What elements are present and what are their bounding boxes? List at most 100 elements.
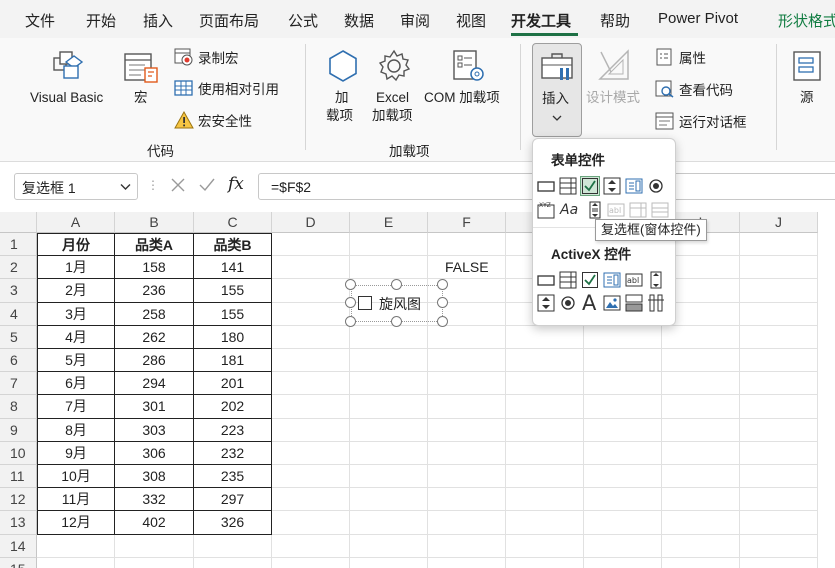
tab-help[interactable]: 帮助	[600, 10, 630, 31]
cell[interactable]	[584, 418, 662, 442]
activex-option-button-icon[interactable]	[559, 294, 577, 312]
table-cell[interactable]: 301	[115, 395, 194, 419]
cell[interactable]	[584, 349, 662, 373]
cell[interactable]	[428, 534, 506, 558]
table-cell[interactable]: 3月	[37, 302, 115, 326]
cell[interactable]	[350, 372, 428, 396]
addins-label-1[interactable]: 加	[335, 89, 349, 107]
row-header[interactable]: 10	[0, 441, 37, 465]
cell[interactable]	[115, 534, 194, 558]
cell[interactable]	[350, 395, 428, 419]
checkbox-control-icon[interactable]	[580, 176, 600, 196]
cell[interactable]	[428, 557, 506, 568]
table-cell[interactable]: 236	[115, 279, 194, 303]
table-cell[interactable]: 294	[115, 372, 194, 396]
table-cell[interactable]: 10月	[37, 465, 115, 489]
group-box-icon[interactable]: XYZ	[537, 201, 555, 219]
table-cell[interactable]: 181	[194, 349, 272, 373]
cell[interactable]	[350, 557, 428, 568]
run-dialog-button[interactable]: 运行对话框	[655, 111, 747, 131]
table-cell[interactable]: 262	[115, 325, 194, 349]
chevron-down-icon[interactable]	[120, 183, 131, 191]
cell[interactable]	[740, 372, 818, 396]
cell[interactable]	[584, 534, 662, 558]
xml-source-button[interactable]: 源	[800, 89, 814, 107]
activex-image-icon[interactable]	[603, 294, 621, 312]
excel-addins-label-1[interactable]: Excel	[376, 89, 409, 107]
cell[interactable]	[740, 488, 818, 512]
cell[interactable]	[428, 349, 506, 373]
cell[interactable]	[584, 488, 662, 512]
cell[interactable]	[662, 465, 740, 489]
table-cell[interactable]: 155	[194, 279, 272, 303]
cell[interactable]	[350, 441, 428, 465]
insert-controls-button[interactable]: 插入	[532, 43, 582, 137]
row-header[interactable]: 13	[0, 511, 37, 535]
tab-formulas[interactable]: 公式	[288, 10, 318, 31]
cell[interactable]	[428, 418, 506, 442]
table-cell[interactable]: 180	[194, 325, 272, 349]
insert-function-icon[interactable]: fx	[228, 174, 244, 194]
cell[interactable]	[506, 557, 584, 568]
activex-scroll-bar-icon[interactable]	[647, 271, 665, 289]
tab-file[interactable]: 文件	[25, 10, 55, 31]
column-header-a[interactable]: A	[37, 212, 115, 233]
tab-developer[interactable]: 开发工具	[511, 10, 571, 31]
cell[interactable]	[584, 372, 662, 396]
cell[interactable]	[115, 557, 194, 568]
cell[interactable]	[584, 557, 662, 568]
cell[interactable]	[350, 325, 428, 349]
checkbox-box[interactable]	[358, 296, 372, 310]
cell[interactable]	[506, 372, 584, 396]
cell[interactable]	[662, 349, 740, 373]
table-cell[interactable]: 141	[194, 256, 272, 280]
resize-handle[interactable]	[437, 297, 448, 308]
cell[interactable]	[272, 349, 350, 373]
cell[interactable]	[506, 349, 584, 373]
cell[interactable]	[584, 465, 662, 489]
resize-handle[interactable]	[437, 316, 448, 327]
tab-shape-format[interactable]: 形状格式	[778, 10, 835, 31]
list-box-icon[interactable]	[625, 177, 643, 195]
table-cell[interactable]: 9月	[37, 441, 115, 465]
cell[interactable]	[428, 233, 506, 257]
combo-box-icon[interactable]	[559, 177, 577, 195]
tab-home[interactable]: 开始	[86, 10, 116, 31]
select-all-corner[interactable]	[0, 212, 37, 233]
cell[interactable]	[272, 465, 350, 489]
excel-addins-label-2[interactable]: 加载项	[372, 107, 413, 125]
table-cell[interactable]: 332	[115, 488, 194, 512]
activex-command-button-icon[interactable]	[537, 271, 555, 289]
record-macro-button[interactable]: 录制宏	[174, 47, 239, 67]
activex-more-controls-icon[interactable]	[647, 294, 665, 312]
cell[interactable]	[740, 441, 818, 465]
cell[interactable]	[428, 511, 506, 535]
tab-view[interactable]: 视图	[456, 10, 486, 31]
row-header[interactable]: 11	[0, 465, 37, 489]
cell[interactable]	[506, 511, 584, 535]
cell[interactable]	[428, 372, 506, 396]
activex-list-box-icon[interactable]	[603, 271, 621, 289]
tab-insert[interactable]: 插入	[143, 10, 173, 31]
cell[interactable]	[584, 441, 662, 465]
cell[interactable]	[350, 488, 428, 512]
cell[interactable]	[428, 325, 506, 349]
cell[interactable]	[506, 418, 584, 442]
table-cell[interactable]: 326	[194, 511, 272, 535]
row-header[interactable]: 9	[0, 418, 37, 442]
drag-handle-icon[interactable]: ⋮	[147, 178, 159, 192]
combo-list-edit-icon[interactable]	[629, 201, 647, 219]
cell[interactable]	[740, 325, 818, 349]
cell[interactable]	[272, 488, 350, 512]
activex-text-box-icon[interactable]: abl	[625, 271, 643, 289]
cell[interactable]	[428, 395, 506, 419]
cell[interactable]	[272, 534, 350, 558]
relative-reference-button[interactable]: 使用相对引用	[174, 78, 279, 98]
table-cell[interactable]: 258	[115, 302, 194, 326]
visual-basic-button[interactable]: Visual Basic	[30, 89, 103, 107]
addins-label-2[interactable]: 载项	[326, 107, 353, 125]
properties-button[interactable]: 属性	[655, 47, 706, 67]
activex-toggle-button-icon[interactable]	[625, 294, 643, 312]
name-box[interactable]: 复选框 1	[14, 173, 138, 200]
activex-checkbox-icon[interactable]	[581, 271, 599, 289]
